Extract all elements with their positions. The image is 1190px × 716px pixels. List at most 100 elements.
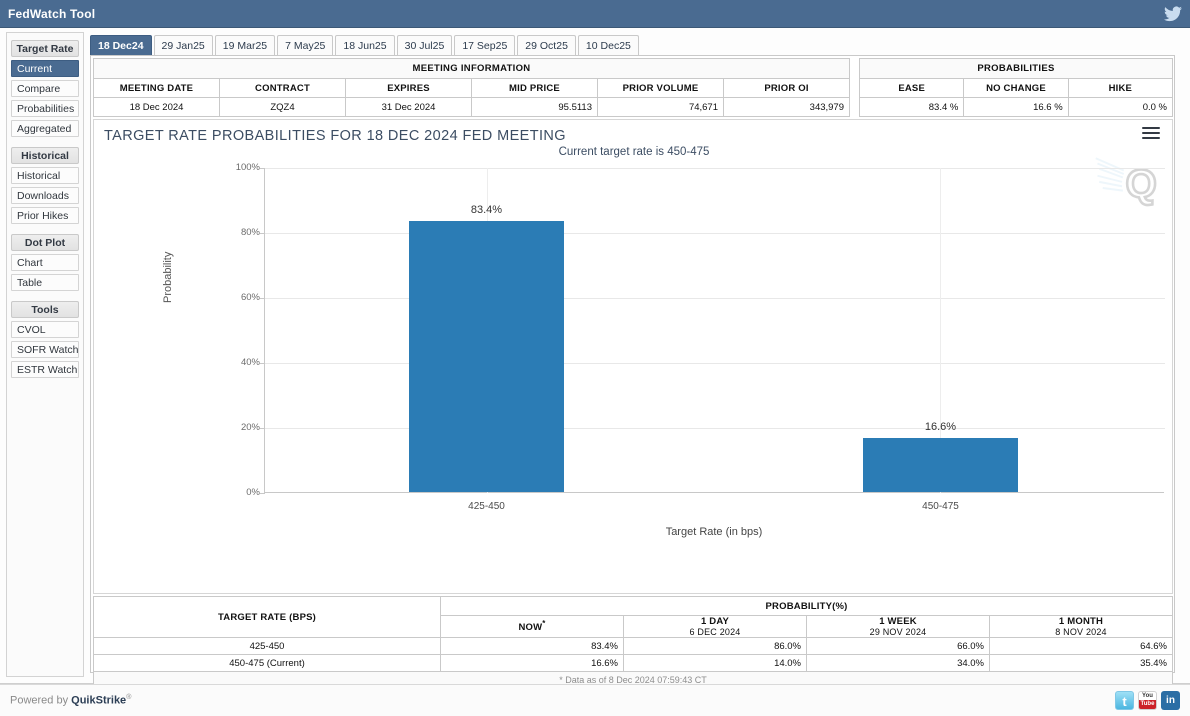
probability-table: TARGET RATE (BPS) PROBABILITY(%) NOW* 1 … [93, 596, 1173, 672]
th-1-week-line1: 1 WEEK [879, 616, 917, 627]
twitter-bird-icon[interactable] [1164, 5, 1182, 22]
youtube-icon[interactable]: You Tube [1138, 691, 1157, 710]
cell-expires: 31 Dec 2024 [345, 97, 472, 117]
chart-container: TARGET RATE PROBABILITIES FOR 18 DEC 202… [93, 119, 1173, 594]
sidebar-item-cvol[interactable]: CVOL [11, 321, 79, 338]
cell-1week-450-475: 34.0% [806, 654, 990, 672]
gridline-100 [265, 168, 1165, 169]
tab-29-oct25[interactable]: 29 Oct25 [517, 35, 576, 56]
chart-title: TARGET RATE PROBABILITIES FOR 18 DEC 202… [104, 128, 566, 144]
table-row: 450-475 (Current) 16.6% 14.0% 34.0% 35.4… [93, 654, 1173, 672]
panel: MEETING INFORMATION MEETING DATE CONTRAC… [90, 55, 1175, 707]
meeting-information-table: MEETING INFORMATION MEETING DATE CONTRAC… [93, 58, 850, 117]
cell-mid-price: 95.5113 [471, 97, 598, 117]
sidebar-item-downloads[interactable]: Downloads [11, 187, 79, 204]
th-1-month: 1 MONTH 8 NOV 2024 [989, 615, 1173, 638]
summary-tables-row: MEETING INFORMATION MEETING DATE CONTRAC… [93, 58, 1174, 117]
bar-label-450-475: 16.6% [924, 421, 957, 433]
twitter-icon[interactable]: t [1115, 691, 1134, 710]
th-1-month-line1: 1 MONTH [1058, 616, 1104, 627]
y-tickmark-0 [260, 493, 265, 494]
quikstrike-brand: QuikStrike [71, 694, 127, 707]
sidebar-group-historical: Historical [11, 147, 79, 164]
y-tick-0: 0% [246, 487, 260, 498]
chart-subtitle: Current target rate is 450-475 [558, 146, 710, 158]
bar-450-475[interactable] [863, 438, 1018, 492]
status-bar: Powered by QuikStrike® t You Tube in [0, 684, 1190, 716]
cell-rate-450-475: 450-475 (Current) [93, 654, 441, 672]
gridline-60 [265, 298, 1165, 299]
sidebar-item-compare[interactable]: Compare [11, 80, 79, 97]
tab-10-dec25[interactable]: 10 Dec25 [577, 35, 639, 56]
tab-18-dec24[interactable]: 18 Dec24 [90, 35, 152, 56]
sidebar-item-aggregated[interactable]: Aggregated [11, 120, 79, 137]
cell-1week-425-450: 66.0% [806, 637, 990, 655]
window-title: FedWatch Tool [8, 6, 96, 21]
tab-30-jul25[interactable]: 30 Jul25 [396, 35, 453, 56]
table-row: 425-450 83.4% 86.0% 66.0% 64.6% [93, 637, 1173, 655]
col-prior-volume: PRIOR VOLUME [597, 78, 724, 98]
content-frame: Target Rate Current Compare Probabilitie… [0, 28, 1190, 707]
th-1-week-line2: 29 NOV 2024 [869, 627, 927, 637]
cell-contract: ZQZ4 [219, 97, 346, 117]
sidebar-item-current[interactable]: Current [11, 60, 79, 77]
tab-18-jun25[interactable]: 18 Jun25 [335, 35, 395, 56]
gridline-20 [265, 428, 1165, 429]
chart-y-axis-label: Probability [162, 251, 174, 303]
cell-hike: 0.0 % [1067, 97, 1174, 117]
main-content: 18 Dec24 29 Jan25 19 Mar25 7 May25 18 Ju… [88, 32, 1184, 707]
y-tickmark-100 [260, 168, 265, 169]
cell-prior-volume: 74,671 [597, 97, 724, 117]
chart-grid: 100% 80% 60% 40% 20% 0% 83.4% 16.6% 425-… [236, 162, 1165, 512]
gridline-40 [265, 363, 1165, 364]
registered-mark: ® [126, 694, 132, 702]
cell-1month-425-450: 64.6% [989, 637, 1173, 655]
sidebar-item-estr-watch[interactable]: ESTR Watch [11, 361, 79, 378]
sidebar-item-sofr-watch[interactable]: SOFR Watch [11, 341, 79, 358]
x-tick-425-450: 425-450 [468, 501, 505, 512]
cell-prior-oi: 343,979 [723, 97, 850, 117]
sidebar-item-probabilities[interactable]: Probabilities [11, 100, 79, 117]
th-1-week: 1 WEEK 29 NOV 2024 [806, 615, 990, 638]
sidebar-item-historical[interactable]: Historical [11, 167, 79, 184]
gridline-80 [265, 233, 1165, 234]
powered-by-label: Powered by QuikStrike® [10, 694, 131, 707]
col-no-change: NO CHANGE [963, 78, 1069, 98]
cell-1day-450-475: 14.0% [623, 654, 807, 672]
sidebar: Target Rate Current Compare Probabilitie… [6, 32, 84, 677]
fedwatch-app: FedWatch Tool Target Rate Current Compar… [0, 0, 1190, 716]
sidebar-group-dot-plot: Dot Plot [11, 234, 79, 251]
sidebar-item-prior-hikes[interactable]: Prior Hikes [11, 207, 79, 224]
probabilities-banner: PROBABILITIES [859, 58, 1173, 79]
bar-425-450[interactable] [409, 221, 564, 492]
tab-19-mar25[interactable]: 19 Mar25 [214, 35, 276, 56]
y-tickmark-40 [260, 363, 265, 364]
linkedin-icon[interactable]: in [1161, 691, 1180, 710]
col-prior-oi: PRIOR OI [723, 78, 850, 98]
cell-no-change: 16.6 % [963, 97, 1069, 117]
tab-17-sep25[interactable]: 17 Sep25 [454, 35, 516, 56]
tab-29-jan25[interactable]: 29 Jan25 [153, 35, 213, 56]
th-1-day: 1 DAY 6 DEC 2024 [623, 615, 807, 638]
y-tickmark-20 [260, 428, 265, 429]
window-titlebar: FedWatch Tool [0, 0, 1190, 28]
meeting-date-tabs: 18 Dec24 29 Jan25 19 Mar25 7 May25 18 Ju… [90, 34, 641, 56]
col-contract: CONTRACT [219, 78, 346, 98]
chart-x-axis-label: Target Rate (in bps) [665, 526, 763, 538]
y-tick-80: 80% [240, 227, 260, 238]
hamburger-menu-icon[interactable] [1142, 127, 1160, 143]
th-now: NOW* [440, 615, 624, 638]
th-1-day-line2: 6 DEC 2024 [689, 627, 741, 637]
cell-ease: 83.4 % [858, 97, 965, 117]
meeting-info-row: 18 Dec 2024 ZQZ4 31 Dec 2024 95.5113 74,… [93, 97, 850, 117]
y-tick-20: 20% [240, 422, 260, 433]
cell-now-450-475: 16.6% [440, 654, 624, 672]
cell-meeting-date: 18 Dec 2024 [93, 97, 220, 117]
sidebar-item-table[interactable]: Table [11, 274, 79, 291]
sidebar-group-target-rate: Target Rate [11, 40, 79, 57]
social-links: t You Tube in [1115, 691, 1180, 710]
sidebar-item-chart[interactable]: Chart [11, 254, 79, 271]
tab-7-may25[interactable]: 7 May25 [277, 35, 334, 56]
probabilities-summary-row: 83.4 % 16.6 % 0.0 % [858, 97, 1174, 117]
cell-1day-425-450: 86.0% [623, 637, 807, 655]
